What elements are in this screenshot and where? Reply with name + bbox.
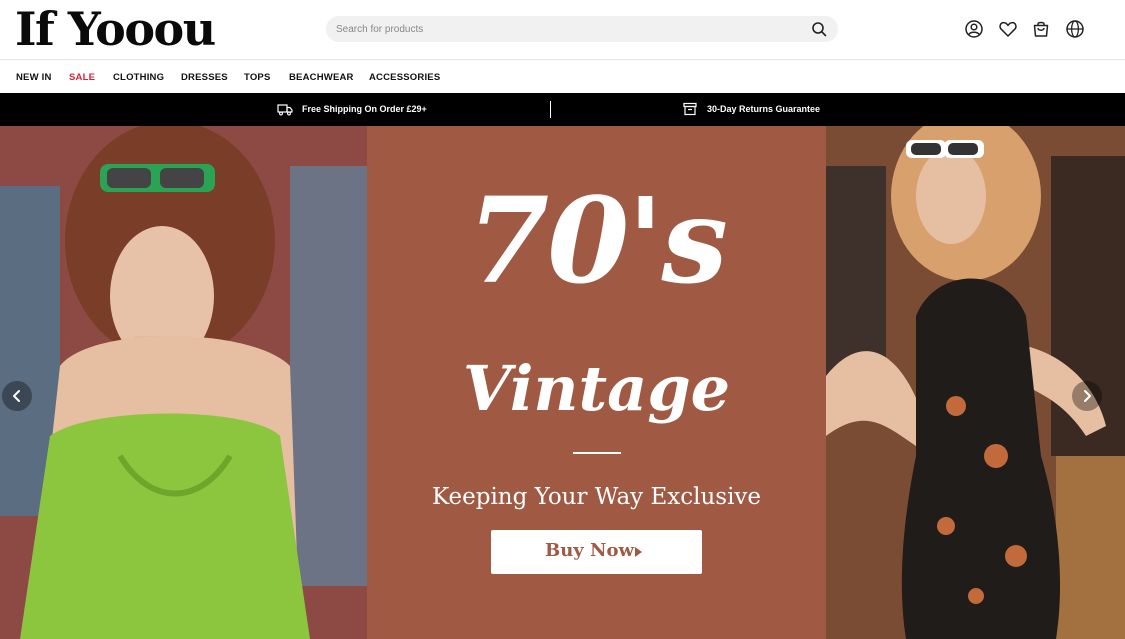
wishlist-heart-icon[interactable] bbox=[998, 19, 1018, 39]
search-icon[interactable] bbox=[811, 21, 827, 37]
hero-image-left bbox=[0, 126, 367, 639]
nav-item-beachwear[interactable]: BEACHWEAR bbox=[289, 72, 354, 83]
bag-icon[interactable] bbox=[1031, 19, 1051, 39]
nav-item-tops[interactable]: TOPS bbox=[244, 72, 271, 83]
nav-item-accessories[interactable]: ACCESSORIES bbox=[369, 72, 440, 83]
carousel-prev-button[interactable] bbox=[2, 381, 32, 411]
nav-item-new-in[interactable]: NEW IN bbox=[16, 72, 52, 83]
buy-now-button[interactable]: Buy Now bbox=[491, 530, 702, 574]
carousel-next-button[interactable] bbox=[1072, 381, 1102, 411]
nav-item-sale[interactable]: SALE bbox=[69, 72, 95, 83]
hero-divider bbox=[573, 452, 621, 454]
nav-item-dresses[interactable]: DRESSES bbox=[181, 72, 228, 83]
account-icon[interactable] bbox=[964, 19, 984, 39]
main-nav: NEW IN SALE CLOTHING DRESSES TOPS BEACHW… bbox=[0, 61, 1125, 93]
search-bar[interactable] bbox=[326, 16, 838, 42]
promo-bar: Free Shipping On Order £29+ 30-Day Retur… bbox=[0, 93, 1125, 126]
site-header: If Yooou bbox=[0, 0, 1125, 60]
returns-message[interactable]: 30-Day Returns Guarantee bbox=[707, 104, 820, 114]
play-arrow-icon bbox=[635, 547, 642, 557]
hero-message-panel: 70's Vintage Keeping Your Way Exclusive … bbox=[367, 126, 826, 639]
promo-divider bbox=[550, 101, 551, 118]
return-box-icon bbox=[683, 102, 697, 116]
buy-now-label: Buy Now bbox=[545, 540, 634, 561]
hero-headline: 70's bbox=[467, 171, 728, 310]
globe-icon[interactable] bbox=[1065, 19, 1085, 39]
chevron-left-icon bbox=[13, 390, 20, 402]
hero-subheadline: Vintage bbox=[462, 352, 731, 425]
search-input[interactable] bbox=[336, 20, 796, 38]
hero-banner[interactable]: 70's Vintage Keeping Your Way Exclusive … bbox=[0, 126, 1125, 639]
truck-icon bbox=[277, 104, 293, 116]
shipping-message[interactable]: Free Shipping On Order £29+ bbox=[302, 104, 427, 114]
brand-logo[interactable]: If Yooou bbox=[15, 2, 216, 56]
hero-tagline: Keeping Your Way Exclusive bbox=[431, 484, 762, 510]
nav-item-clothing[interactable]: CLOTHING bbox=[113, 72, 164, 83]
chevron-right-icon bbox=[1084, 390, 1091, 402]
